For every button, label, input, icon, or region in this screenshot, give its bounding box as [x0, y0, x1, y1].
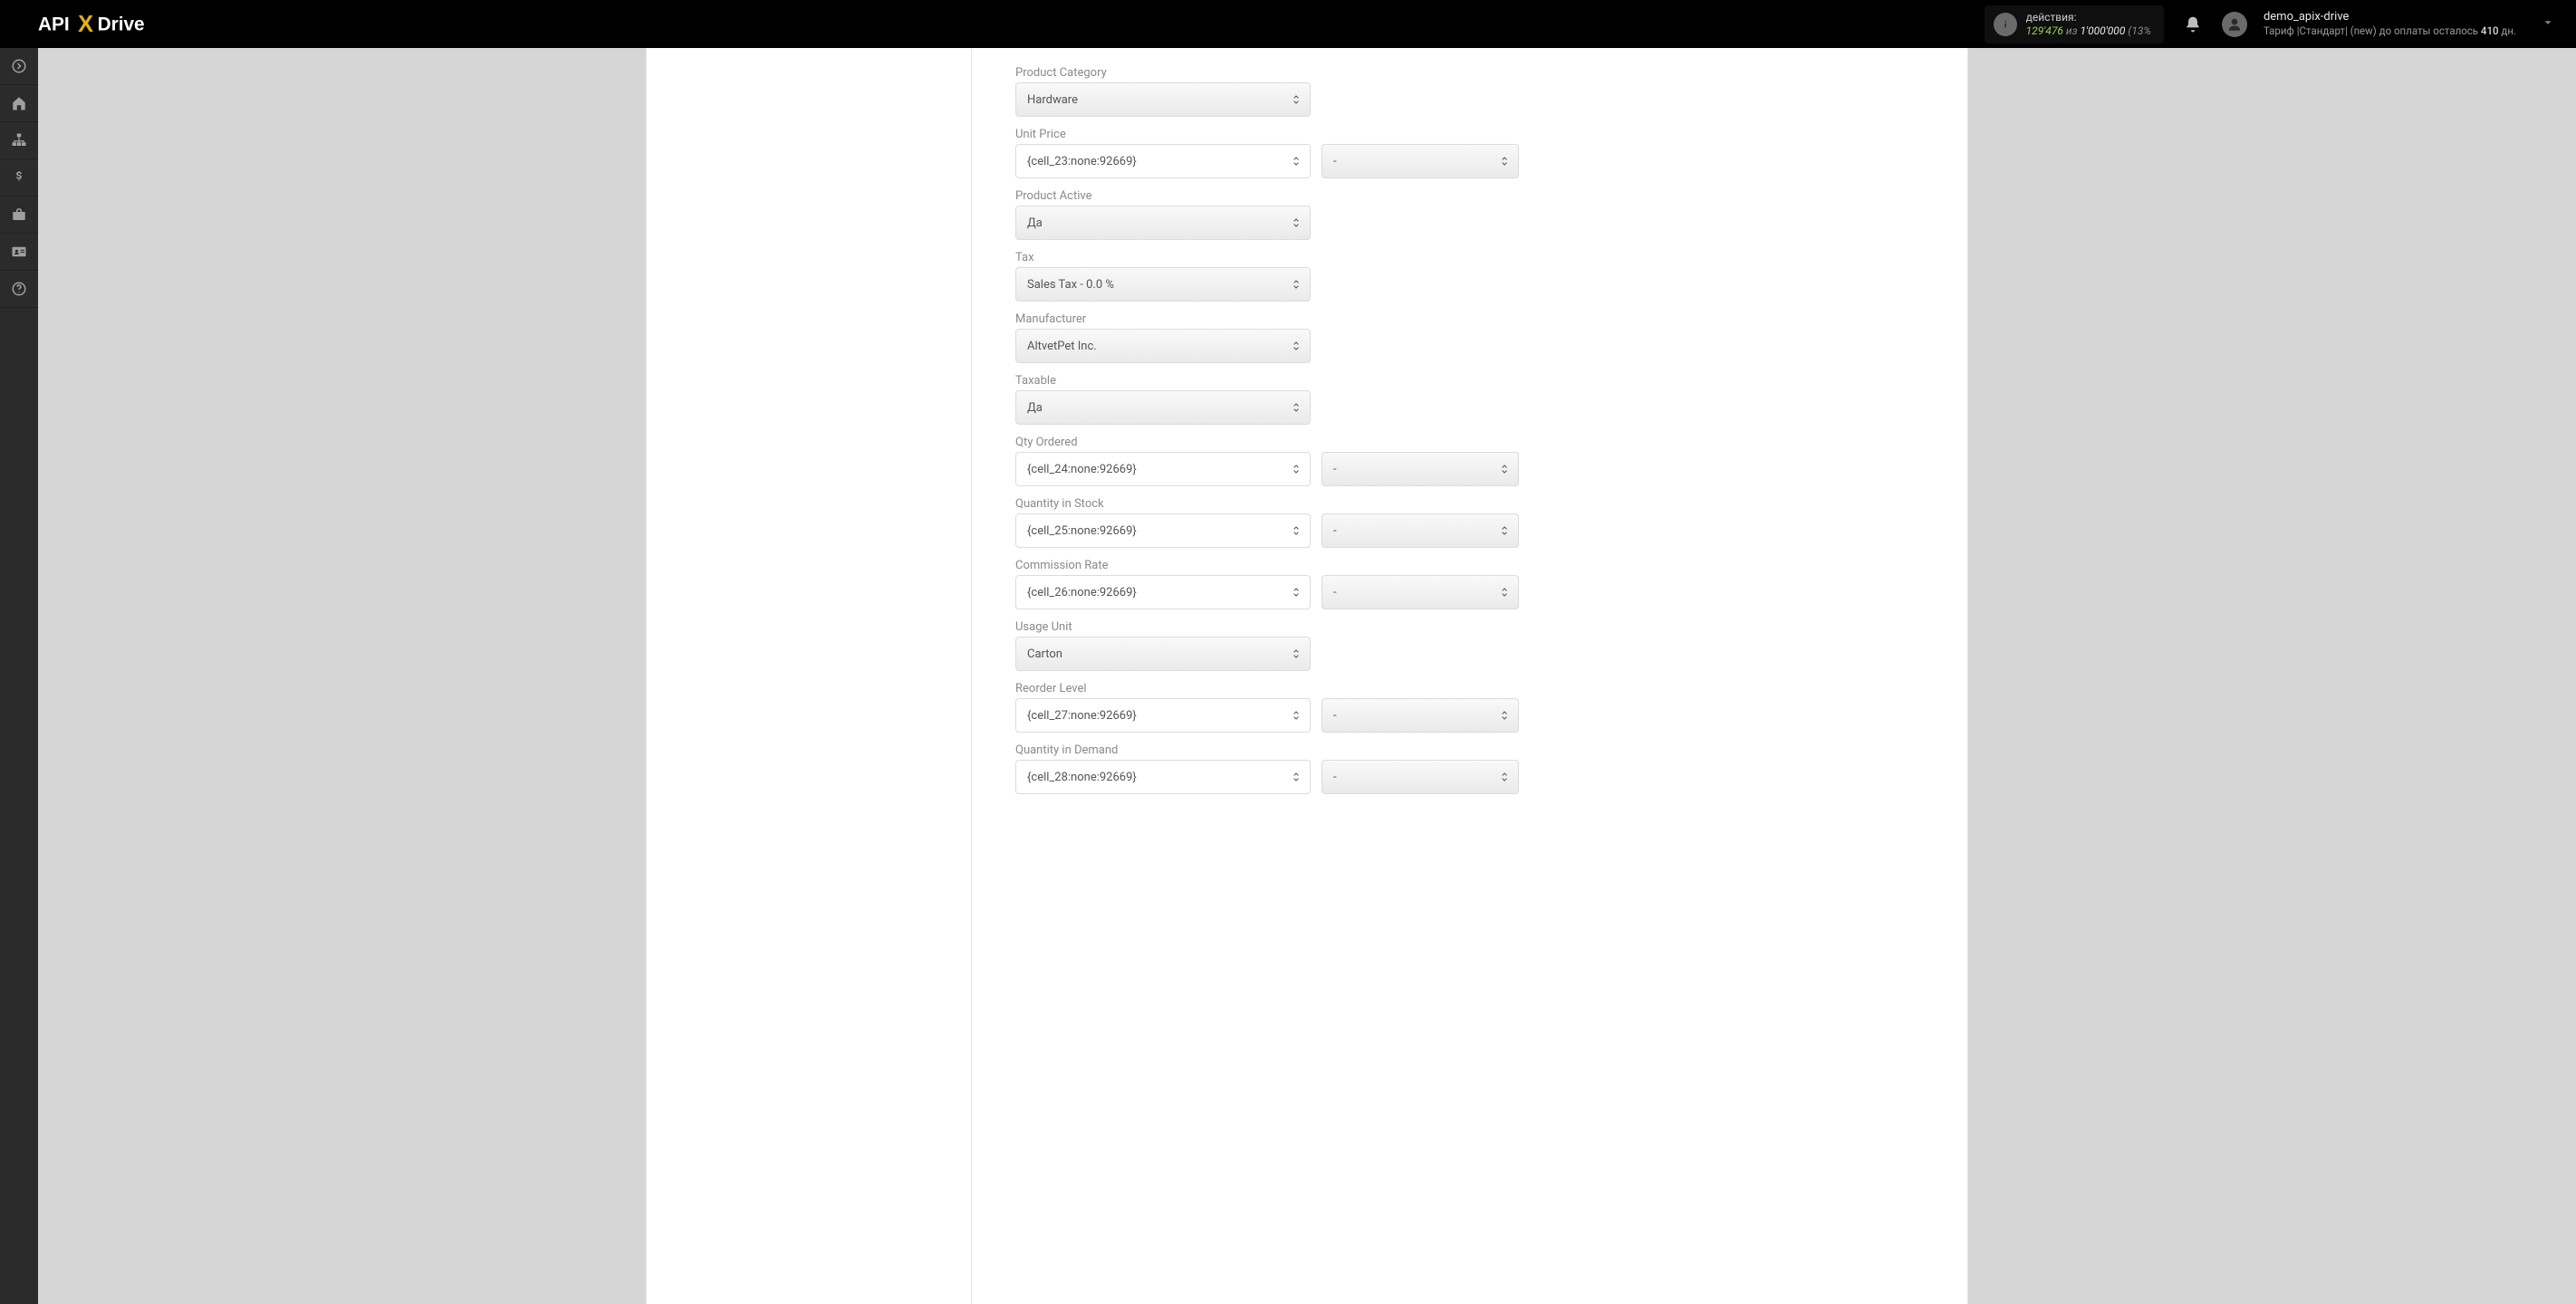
unit-price-secondary-select[interactable]: -	[1322, 144, 1519, 178]
side-nav	[0, 48, 38, 1304]
logo-icon: API X Drive	[38, 10, 176, 39]
unit-price-input[interactable]: {cell_23:none:92669}	[1015, 144, 1311, 178]
actions-info-box[interactable]: действия: 129'476 из 1'000'000 (13%	[1985, 5, 2164, 43]
field-value: {cell_23:none:92669}	[1027, 155, 1137, 168]
field-quantity-in-stock: Quantity in Stock {cell_25:none:92669} -	[1015, 492, 1942, 548]
field-qty-ordered: Qty Ordered {cell_24:none:92669} -	[1015, 430, 1942, 486]
left-panel	[646, 48, 972, 1304]
actions-count: 129'476 из 1'000'000 (13%	[2026, 24, 2151, 38]
quantity-in-stock-secondary-select[interactable]: -	[1322, 513, 1519, 548]
field-label: Manufacturer	[1015, 307, 1942, 329]
field-value: Да	[1027, 216, 1043, 230]
field-tax: Tax Sales Tax - 0.0 %	[1015, 245, 1942, 302]
qty-ordered-input[interactable]: {cell_24:none:92669}	[1015, 452, 1311, 486]
nav-forward[interactable]	[0, 48, 38, 85]
user-info[interactable]: demo_apix-drive Тариф |Стандарт| (new) д…	[2264, 10, 2516, 38]
field-label: Quantity in Stock	[1015, 492, 1942, 513]
field-row: Hardware	[1015, 82, 1942, 117]
field-label: Tax	[1015, 245, 1942, 267]
field-manufacturer: Manufacturer AltvetPet Inc.	[1015, 307, 1942, 363]
svg-text:API: API	[38, 14, 70, 34]
nav-home[interactable]	[0, 85, 38, 122]
field-value: Carton	[1027, 647, 1062, 661]
nav-help[interactable]	[0, 271, 38, 308]
nav-sitemap[interactable]	[0, 122, 38, 159]
field-row: {cell_24:none:92669} -	[1015, 452, 1942, 486]
info-icon	[1994, 13, 2017, 36]
field-label: Usage Unit	[1015, 615, 1942, 637]
quantity-in-demand-input[interactable]: {cell_28:none:92669}	[1015, 760, 1311, 794]
nav-billing[interactable]	[0, 159, 38, 197]
field-row: Да	[1015, 390, 1942, 425]
quantity-in-demand-secondary-select[interactable]: -	[1322, 760, 1519, 794]
field-label: Product Active	[1015, 184, 1942, 206]
header: API X Drive действия: 129'476 из 1'000'0…	[0, 0, 2576, 48]
field-value: Hardware	[1027, 93, 1078, 107]
user-avatar[interactable]	[2222, 12, 2247, 37]
field-value: AltvetPet Inc.	[1027, 340, 1097, 353]
field-label: Commission Rate	[1015, 553, 1942, 575]
field-unit-price: Unit Price {cell_23:none:92669} -	[1015, 122, 1942, 178]
commission-rate-secondary-select[interactable]: -	[1322, 575, 1519, 609]
actions-label: действия:	[2026, 11, 2151, 24]
field-value: Да	[1027, 401, 1043, 415]
field-row: Sales Tax - 0.0 %	[1015, 267, 1942, 302]
field-value: {cell_28:none:92669}	[1027, 771, 1137, 784]
reorder-level-input[interactable]: {cell_27:none:92669}	[1015, 698, 1311, 733]
field-row: AltvetPet Inc.	[1015, 329, 1942, 363]
field-label: Quantity in Demand	[1015, 738, 1942, 760]
usage-unit-select[interactable]: Carton	[1015, 637, 1311, 671]
qty-ordered-secondary-select[interactable]: -	[1322, 452, 1519, 486]
field-taxable: Taxable Да	[1015, 369, 1942, 425]
field-product-category: Product Category Hardware	[1015, 61, 1942, 117]
tax-select[interactable]: Sales Tax - 0.0 %	[1015, 267, 1311, 302]
field-value: Sales Tax - 0.0 %	[1027, 278, 1114, 292]
field-value: {cell_24:none:92669}	[1027, 463, 1137, 476]
field-value: -	[1333, 155, 1337, 168]
field-label: Taxable	[1015, 369, 1942, 390]
field-value: {cell_25:none:92669}	[1027, 524, 1137, 538]
field-commission-rate: Commission Rate {cell_26:none:92669} -	[1015, 553, 1942, 609]
field-reorder-level: Reorder Level {cell_27:none:92669} -	[1015, 676, 1942, 733]
svg-text:Drive: Drive	[98, 14, 145, 34]
field-value: {cell_26:none:92669}	[1027, 586, 1137, 599]
commission-rate-input[interactable]: {cell_26:none:92669}	[1015, 575, 1311, 609]
field-row: {cell_27:none:92669} -	[1015, 698, 1942, 733]
quantity-in-stock-input[interactable]: {cell_25:none:92669}	[1015, 513, 1311, 548]
field-product-active: Product Active Да	[1015, 184, 1942, 240]
nav-briefcase[interactable]	[0, 197, 38, 234]
field-usage-unit: Usage Unit Carton	[1015, 615, 1942, 671]
notifications-button[interactable]	[2180, 12, 2206, 37]
field-value: -	[1333, 586, 1337, 599]
field-row: {cell_25:none:92669} -	[1015, 513, 1942, 548]
field-value: -	[1333, 524, 1337, 538]
user-name: demo_apix-drive	[2264, 10, 2516, 24]
user-tariff: Тариф |Стандарт| (new) до оплаты осталос…	[2264, 24, 2516, 37]
form-panel: Product CategoryHardwareUnit Price{cell_…	[972, 48, 1968, 1304]
field-value: -	[1333, 771, 1337, 784]
manufacturer-select[interactable]: AltvetPet Inc.	[1015, 329, 1311, 363]
field-value: -	[1333, 463, 1337, 476]
reorder-level-secondary-select[interactable]: -	[1322, 698, 1519, 733]
field-row: {cell_23:none:92669} -	[1015, 144, 1942, 178]
nav-contact[interactable]	[0, 234, 38, 271]
field-label: Qty Ordered	[1015, 430, 1942, 452]
field-value: {cell_27:none:92669}	[1027, 709, 1137, 723]
svg-text:X: X	[78, 12, 93, 37]
product-category-select[interactable]: Hardware	[1015, 82, 1311, 117]
field-row: Да	[1015, 206, 1942, 240]
field-row: {cell_28:none:92669} -	[1015, 760, 1942, 794]
taxable-select[interactable]: Да	[1015, 390, 1311, 425]
field-label: Product Category	[1015, 61, 1942, 82]
logo[interactable]: API X Drive	[38, 10, 176, 39]
chevron-down-icon[interactable]	[2542, 16, 2554, 33]
field-label: Unit Price	[1015, 122, 1942, 144]
field-label: Reorder Level	[1015, 676, 1942, 698]
field-value: -	[1333, 709, 1337, 723]
field-row: Carton	[1015, 637, 1942, 671]
field-quantity-in-demand: Quantity in Demand {cell_28:none:92669} -	[1015, 738, 1942, 794]
product-active-select[interactable]: Да	[1015, 206, 1311, 240]
field-row: {cell_26:none:92669} -	[1015, 575, 1942, 609]
